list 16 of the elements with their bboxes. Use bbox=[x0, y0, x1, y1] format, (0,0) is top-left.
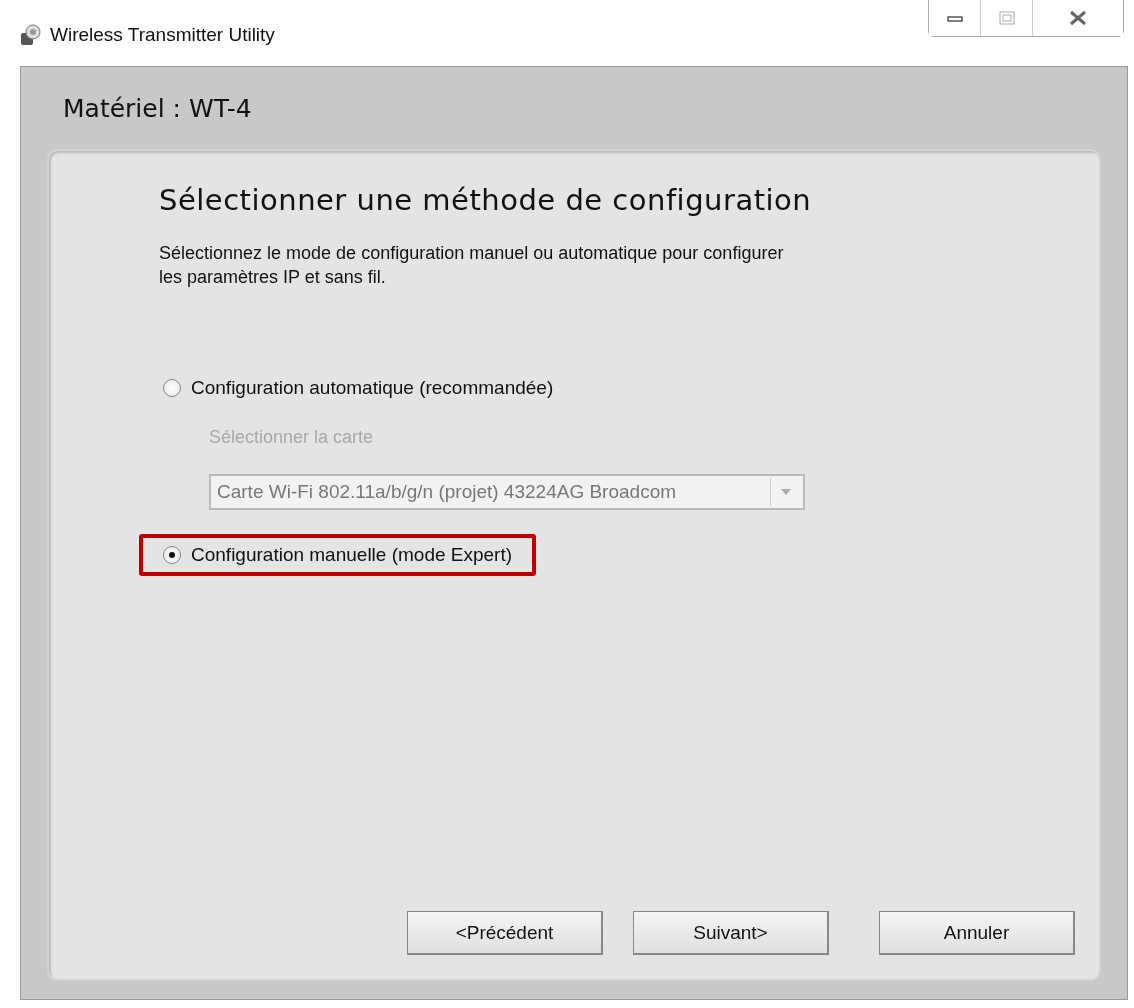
maximize-icon bbox=[998, 11, 1015, 25]
back-button[interactable]: <Précédent bbox=[407, 911, 603, 955]
page-heading: Sélectionner une méthode de configuration bbox=[159, 183, 813, 217]
window-title: Wireless Transmitter Utility bbox=[50, 24, 275, 46]
description-text: Sélectionnez le mode de configuration manuel ou automatique pour configurer les paramètres IP et sans fil. bbox=[159, 242, 785, 289]
device-header: Matériel : WT-4 bbox=[62, 92, 253, 125]
minimize-button[interactable] bbox=[929, 0, 981, 36]
radio-option[interactable]: Configuration manuelle (mode Expert) bbox=[163, 544, 513, 566]
card-label: Sélectionner la carte bbox=[209, 427, 375, 448]
dropdown-arrow-icon bbox=[781, 489, 791, 495]
radio-option[interactable]: Configuration automatique (recommandée) bbox=[163, 377, 554, 399]
cancel-button[interactable]: Annuler bbox=[879, 911, 1075, 955]
next-button[interactable]: Suivant> bbox=[633, 911, 829, 955]
close-icon bbox=[1068, 10, 1088, 26]
minimize-icon bbox=[946, 13, 963, 23]
app-icon bbox=[20, 24, 42, 46]
